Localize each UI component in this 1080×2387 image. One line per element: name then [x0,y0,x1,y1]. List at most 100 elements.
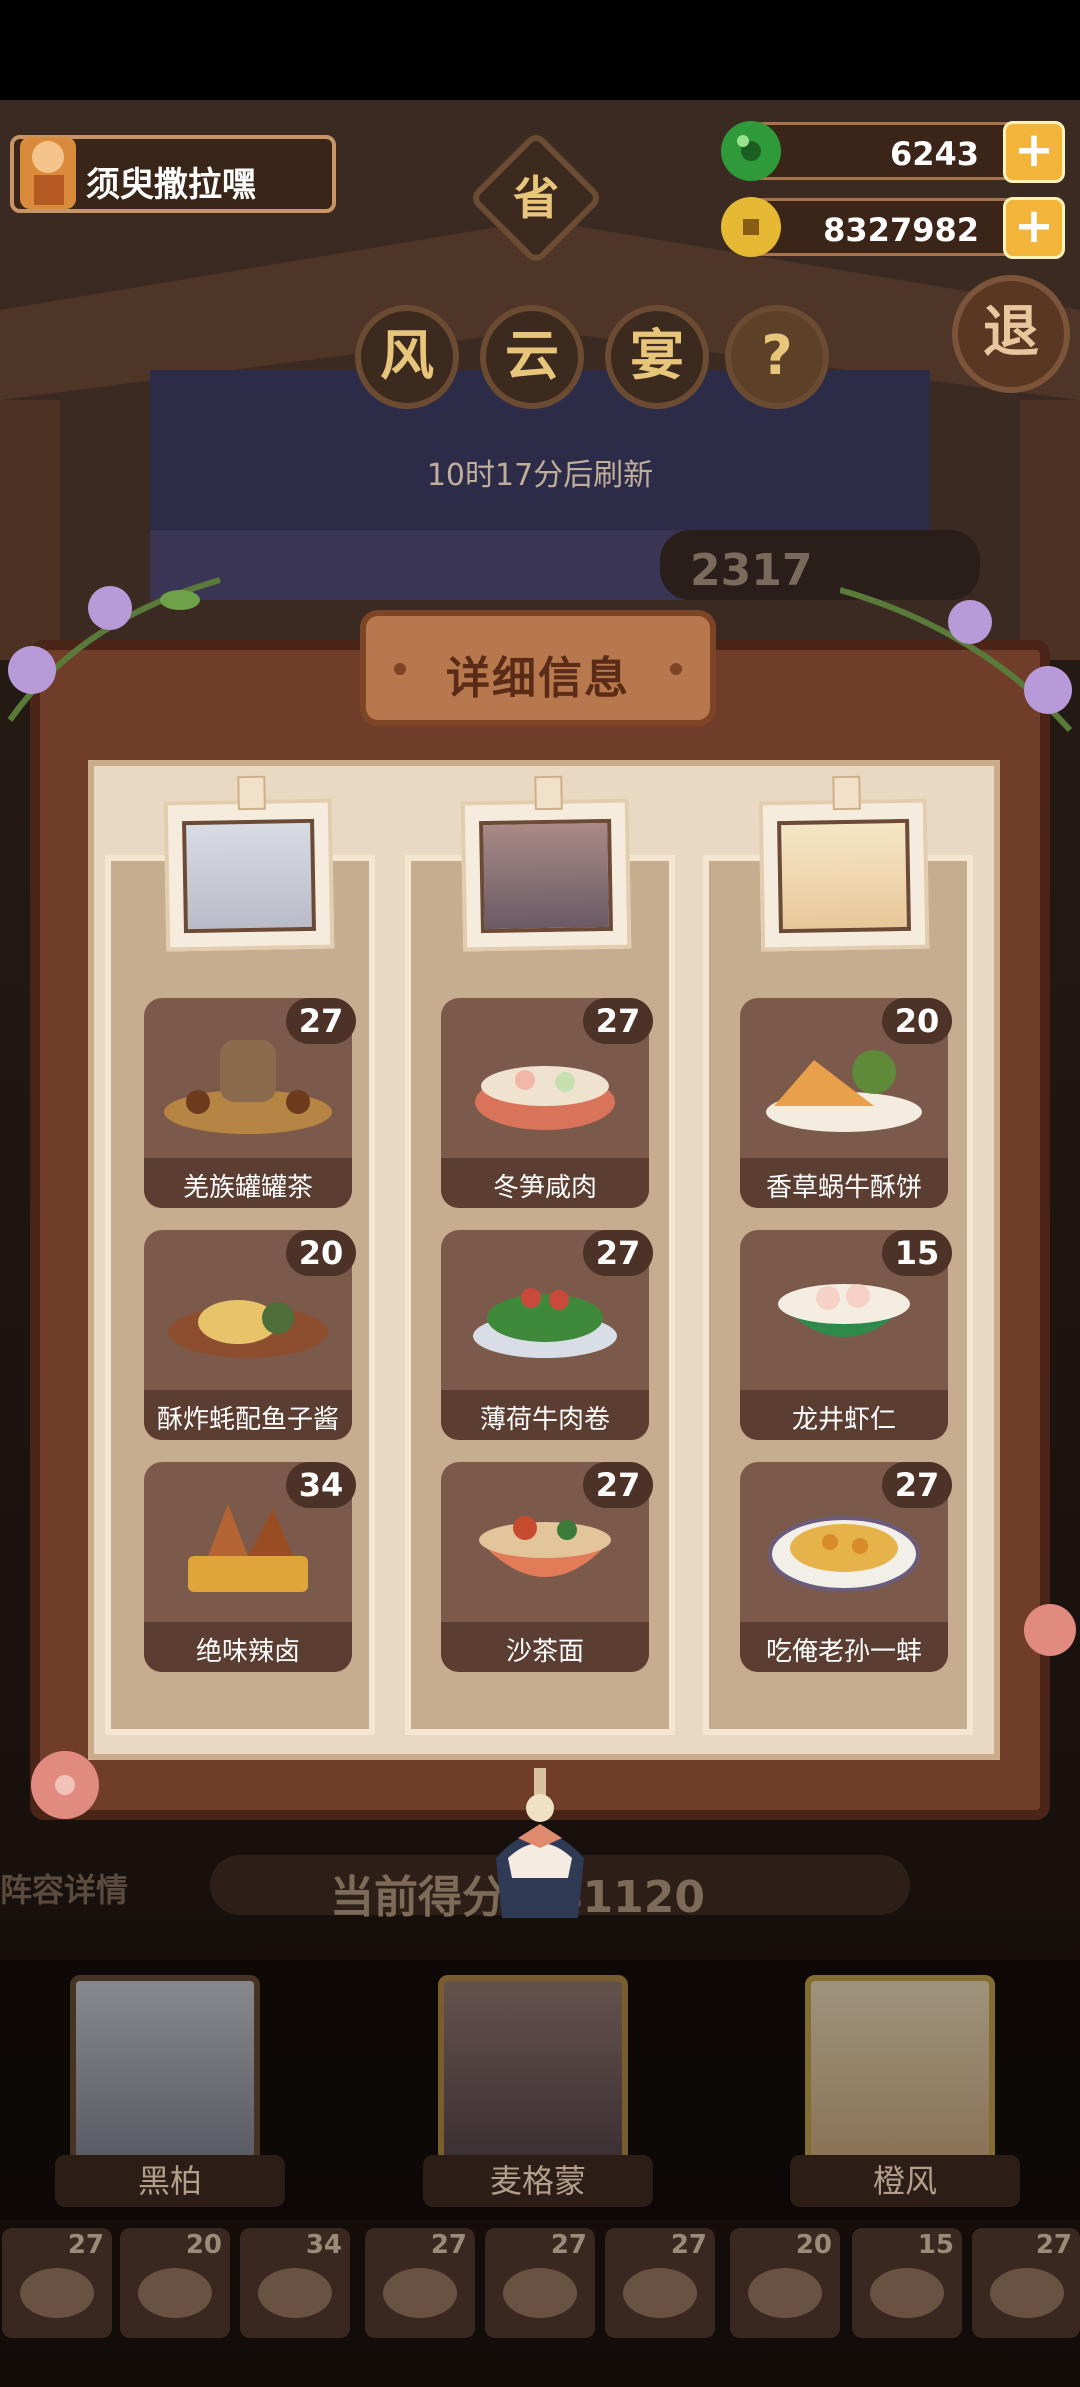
dish-slot-level: 34 [305,2230,342,2260]
dish-card[interactable]: 20 酥炸蚝配鱼子酱 [144,1230,356,1440]
dish-name-bar: 绝味辣卤 [144,1622,352,1672]
chef-portrait-1[interactable] [163,775,335,952]
dish-card[interactable]: 34 绝味辣卤 [144,1462,356,1672]
dish-slot-icon [383,2268,457,2318]
detail-panel-header: 详细信息 [360,610,716,726]
add-jade-button[interactable]: + [1003,121,1065,183]
player-name: 须臾撒拉嘿 [86,165,256,205]
dish-name-bar: 香草蜗牛酥饼 [740,1158,948,1208]
dish-name-bar: 薄荷牛肉卷 [441,1390,649,1440]
title-char-yun: 云 [480,305,584,409]
dish-name: 冬笋咸肉 [492,1173,597,1203]
detail-panel-title: 详细信息 [446,653,630,704]
flower-decor-right [840,587,1073,733]
dish-name-bar: 羌族罐罐茶 [144,1158,352,1208]
jade-counter: 6243 + [721,121,1065,183]
dish-slot-icon [258,2268,332,2318]
dish-slot[interactable]: 34 [240,2228,350,2338]
jade-value: 6243 [889,135,979,173]
dish-slot-icon [20,2268,94,2318]
hero-name-2: 麦格蒙 [423,2155,653,2207]
jade-icon [721,121,781,181]
dish-slot-icon [138,2268,212,2318]
panel-bell-ornament [496,1768,584,1918]
dish-slot-level: 27 [670,2230,707,2260]
dish-slot[interactable]: 15 [852,2228,962,2338]
pin-icon [832,775,861,811]
dish-slot[interactable]: 27 [365,2228,475,2338]
dish-name: 酥炸蚝配鱼子酱 [156,1405,339,1435]
dish-slot[interactable]: 27 [972,2228,1080,2338]
dish-name-bar: 吃俺老孙一蚌 [740,1622,948,1672]
cherry-blossom-icon [31,1751,99,1819]
dish-card[interactable]: 27 薄荷牛肉卷 [441,1230,653,1440]
chef-face-3 [777,818,911,934]
dish-level: 27 [882,1462,952,1508]
dish-level: 20 [882,998,952,1044]
chef-portrait-2[interactable] [460,775,632,952]
title-char-feng: 风 [355,305,459,409]
dish-slot[interactable]: 27 [485,2228,595,2338]
dish-name: 绝味辣卤 [195,1637,300,1667]
player-avatar-icon [20,137,76,209]
chef-face-2 [479,818,613,934]
add-coin-button[interactable]: + [1003,197,1065,259]
dish-slot-level: 27 [430,2230,467,2260]
dish-name: 香草蜗牛酥饼 [765,1173,922,1203]
help-button[interactable]: ? [725,305,829,409]
dish-slot-level: 20 [795,2230,832,2260]
dish-level: 34 [286,1462,356,1508]
dish-name-bar: 龙井虾仁 [740,1390,948,1440]
cherry-blossom-icon [1024,1604,1076,1656]
hero-name-3: 橙风 [790,2155,1020,2207]
pin-icon [237,775,266,811]
dish-name-bar: 冬笋咸肉 [441,1158,649,1208]
coin-value: 8327982 [823,211,979,249]
dish-name-bar: 沙茶面 [441,1622,649,1672]
background-number: 2317 [690,545,813,596]
player-name-plate[interactable]: 须臾撒拉嘿 [10,135,336,213]
dish-card[interactable]: 27 冬笋咸肉 [441,998,653,1208]
dish-slot-level: 20 [185,2230,222,2260]
dish-slot-level: 27 [67,2230,104,2260]
dish-name: 吃俺老孙一蚌 [765,1637,922,1667]
lineup-details-label[interactable]: 阵容详情 [0,1865,128,1911]
dish-card[interactable]: 15 龙井虾仁 [740,1230,952,1440]
dish-slot[interactable]: 20 [120,2228,230,2338]
dish-level: 20 [286,1230,356,1276]
pin-icon [534,775,563,811]
dish-slot[interactable]: 27 [2,2228,112,2338]
dish-name: 羌族罐罐茶 [182,1173,313,1203]
dish-name: 沙茶面 [505,1637,584,1667]
hero-name-1: 黑柏 [55,2155,285,2207]
dish-slot-icon [990,2268,1064,2318]
dish-name: 龙井虾仁 [791,1405,896,1435]
dish-name-bar: 酥炸蚝配鱼子酱 [144,1390,352,1440]
dish-name: 薄荷牛肉卷 [479,1405,610,1435]
exit-button[interactable]: 退 [952,275,1070,393]
dish-slot-icon [748,2268,822,2318]
refresh-timer: 10时17分后刷新 [426,458,654,493]
coin-counter: 8327982 + [721,197,1065,259]
chef-face-1 [182,818,316,934]
dish-level: 27 [583,998,653,1044]
dish-slot-icon [870,2268,944,2318]
dish-slot-level: 27 [550,2230,587,2260]
header-dot-right [670,663,682,675]
province-label: 省 [513,171,559,225]
dish-slot-icon [503,2268,577,2318]
dish-card[interactable]: 27 沙茶面 [441,1462,653,1672]
dish-level: 27 [583,1462,653,1508]
dish-card[interactable]: 20 香草蜗牛酥饼 [740,998,952,1208]
flower-decor-left [7,577,221,722]
dish-slot-level: 15 [917,2230,954,2260]
chef-portrait-3[interactable] [758,775,930,952]
dish-slot-icon [623,2268,697,2318]
dish-slot[interactable]: 27 [605,2228,715,2338]
dish-slot[interactable]: 20 [730,2228,840,2338]
title-char-yan: 宴 [605,305,709,409]
dish-level: 27 [286,998,356,1044]
dish-level: 15 [882,1230,952,1276]
dish-card[interactable]: 27 吃俺老孙一蚌 [740,1462,952,1672]
dish-card[interactable]: 27 羌族罐罐茶 [144,998,356,1208]
